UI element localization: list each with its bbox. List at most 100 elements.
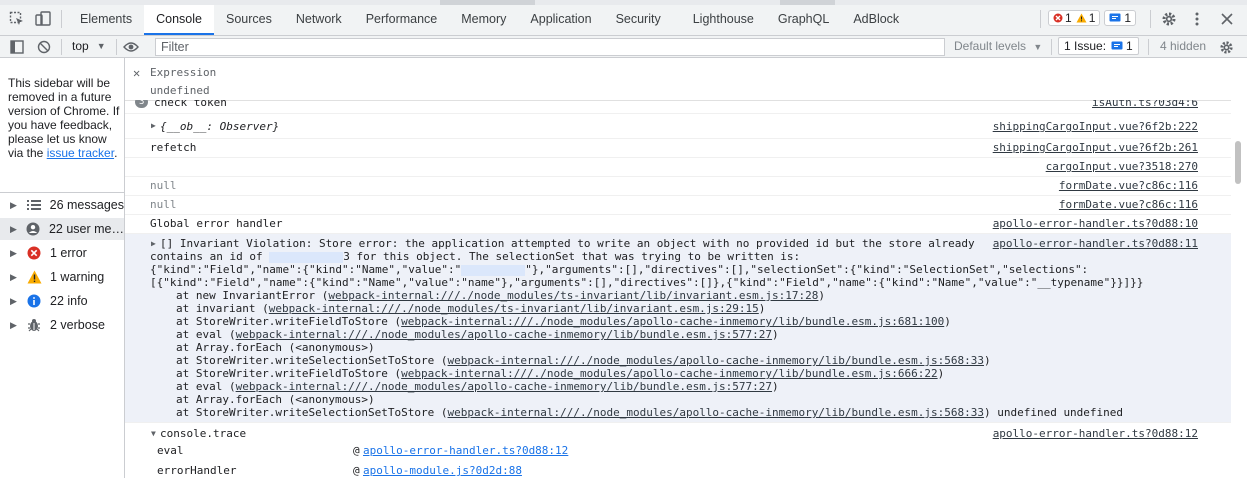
source-link[interactable]: cargoInput.vue?3518:270 [1046, 160, 1198, 173]
tab-elements[interactable]: Elements [68, 5, 144, 35]
source-link[interactable]: isAuth.ts?03d4:6 [1092, 100, 1198, 109]
expand-arrow-icon[interactable]: ▶ [10, 296, 18, 307]
source-link[interactable]: apollo-error-handler.ts?0d88:11 [993, 237, 1198, 250]
sidebar-item-label: 22 user me… [48, 222, 124, 236]
source-link[interactable]: formDate.vue?c86c:116 [1059, 198, 1198, 211]
console-sidebar: This sidebar will be removed in a future… [0, 58, 125, 478]
devtools-tabbar: Elements Console Sources Network Perform… [0, 0, 1247, 36]
trace-at: @ [353, 464, 360, 477]
close-devtools-icon[interactable] [1217, 9, 1237, 29]
log-levels-dropdown[interactable]: Default levels ▼ [954, 39, 1042, 53]
error-line: {"kind":"Field","name":{"kind":"Name","v… [150, 263, 1088, 276]
sidebar-item-label: 1 warning [50, 270, 105, 284]
expand-arrow-icon[interactable]: ▶ [10, 248, 18, 259]
console-row: null formDate.vue?c86c:116 [125, 177, 1231, 196]
issue-counters[interactable]: 1 1 1 [1048, 10, 1137, 26]
issues-counter[interactable]: 1 [1104, 10, 1137, 26]
source-link[interactable]: apollo-error-handler.ts?0d88:10 [993, 217, 1198, 230]
console-message: Global error handler [150, 217, 283, 230]
stack-link[interactable]: webpack-internal:///./node_modules/ts-in… [269, 302, 759, 315]
stack-link[interactable]: webpack-internal:///./node_modules/apoll… [401, 367, 937, 380]
sidebar-item-warnings[interactable]: ▶ 1 warning [0, 266, 124, 288]
expand-arrow-icon[interactable]: ▶ [10, 224, 18, 235]
error-line: [] Invariant Violation: Store error: the… [160, 237, 975, 250]
sidebar-item-label: 1 error [50, 246, 87, 260]
console-row: Global error handler apollo-error-handle… [125, 215, 1231, 234]
sidebar-item-errors[interactable]: ▶ 1 error [0, 242, 124, 264]
stack-frame: at StoreWriter.writeFieldToStore (webpac… [176, 367, 944, 380]
expand-arrow-icon[interactable]: ▶ [10, 200, 18, 211]
deprecation-text-end: . [114, 146, 118, 160]
source-link[interactable]: apollo-error-handler.ts?0d88:12 [993, 427, 1198, 440]
error-warning-counter[interactable]: 1 1 [1048, 10, 1101, 26]
stack-link[interactable]: webpack-internal:///./node_modules/apoll… [448, 354, 984, 367]
stack-frame: at invariant (webpack-internal:///./node… [176, 302, 765, 315]
sidebar-toggle-icon[interactable] [7, 37, 27, 57]
sidebar-item-verbose[interactable]: ▶ 2 verbose [0, 314, 124, 336]
log-levels-label: Default levels [954, 39, 1027, 53]
console-toolbar: top ▼ Filter Default levels ▼ 1 Issue: 1… [0, 36, 1247, 58]
expand-arrow-icon[interactable]: ▶ [151, 239, 156, 248]
trace-label[interactable]: console.trace [160, 427, 246, 440]
console-object[interactable]: {__ob__: Observer} [160, 120, 279, 133]
error-text: 3 for this object. The selectionSet that… [343, 250, 801, 263]
tab-security[interactable]: Security [604, 5, 681, 35]
repeat-count-badge: 3 [135, 100, 149, 108]
expand-arrow-icon[interactable]: ▶ [151, 121, 156, 130]
stack-link[interactable]: webpack-internal:///./node_modules/apoll… [236, 328, 772, 341]
console-row: ▶ {__ob__: Observer} shippingCargoInput.… [125, 114, 1231, 139]
clear-console-icon[interactable] [34, 37, 54, 57]
tab-sources[interactable]: Sources [214, 5, 284, 35]
stack-frame: at StoreWriter.writeFieldToStore (webpac… [176, 315, 951, 328]
inspect-element-icon[interactable] [7, 9, 27, 29]
stack-frame: at StoreWriter.writeSelectionSetToStore … [176, 354, 991, 367]
sidebar-item-info[interactable]: ▶ 22 info [0, 290, 124, 312]
sidebar-item-messages[interactable]: ▶ 26 messages [0, 194, 124, 216]
source-link[interactable]: formDate.vue?c86c:116 [1059, 179, 1198, 192]
tab-lighthouse[interactable]: Lighthouse [681, 5, 766, 35]
more-options-icon[interactable] [1187, 9, 1207, 29]
stack-frame: at new InvariantError (webpack-internal:… [176, 289, 825, 302]
error-text: "},"arguments":[],"directives":[],"selec… [525, 263, 1089, 276]
filter-input[interactable]: Filter [155, 38, 945, 56]
collapse-arrow-icon[interactable]: ▼ [151, 429, 156, 438]
expand-arrow-icon[interactable]: ▶ [10, 272, 18, 283]
console-output: ✕ Expression undefined 3 check token isA… [125, 58, 1247, 478]
warning-count: 1 [1088, 11, 1096, 25]
tab-adblock[interactable]: AdBlock [841, 5, 911, 35]
context-selector[interactable]: top ▼ [72, 39, 106, 53]
chevron-down-icon: ▼ [96, 41, 106, 51]
stack-link[interactable]: webpack-internal:///./node_modules/apoll… [448, 406, 984, 419]
console-settings-gear-icon[interactable] [1216, 37, 1236, 57]
tab-application[interactable]: Application [518, 5, 603, 35]
console-row: 3 check token isAuth.ts?03d4:6 [125, 100, 1231, 114]
live-expression: ✕ Expression undefined [125, 58, 1231, 101]
tab-console[interactable]: Console [144, 5, 214, 35]
stack-link[interactable]: webpack-internal:///./node_modules/apoll… [401, 315, 944, 328]
stack-link[interactable]: webpack-internal:///./node_modules/ts-in… [328, 289, 818, 302]
tab-performance[interactable]: Performance [354, 5, 450, 35]
issues-button[interactable]: 1 Issue: 1 [1058, 37, 1139, 55]
warning-icon [26, 269, 42, 285]
device-toolbar-icon[interactable] [33, 9, 53, 29]
sidebar-item-label: 22 info [50, 294, 88, 308]
tab-graphql[interactable]: GraphQL [766, 5, 841, 35]
issue-tracker-link[interactable]: issue tracker [47, 146, 114, 160]
sidebar-item-user-messages[interactable]: ▶ 22 user me… [0, 218, 124, 240]
settings-gear-icon[interactable] [1159, 9, 1179, 29]
stack-text: at Array.forEach (<anonymous>) [176, 341, 375, 354]
remove-expression-close-icon[interactable]: ✕ [133, 66, 140, 80]
source-link[interactable]: shippingCargoInput.vue?6f2b:261 [993, 141, 1198, 154]
stack-link[interactable]: webpack-internal:///./node_modules/apoll… [236, 380, 772, 393]
trace-link[interactable]: apollo-error-handler.ts?0d88:12 [363, 444, 568, 457]
error-line: contains an id of 3 for this object. The… [150, 250, 800, 263]
source-link[interactable]: shippingCargoInput.vue?6f2b:222 [993, 120, 1198, 133]
expand-arrow-icon[interactable]: ▶ [10, 320, 18, 331]
live-expression-eye-icon[interactable] [121, 37, 141, 57]
console-scrollbar[interactable] [1235, 141, 1241, 184]
expression-label[interactable]: Expression [150, 66, 216, 79]
tab-memory[interactable]: Memory [449, 5, 518, 35]
tab-network[interactable]: Network [284, 5, 354, 35]
trace-link[interactable]: apollo-module.js?0d2d:88 [363, 464, 522, 477]
stack-text: ) [944, 315, 951, 328]
